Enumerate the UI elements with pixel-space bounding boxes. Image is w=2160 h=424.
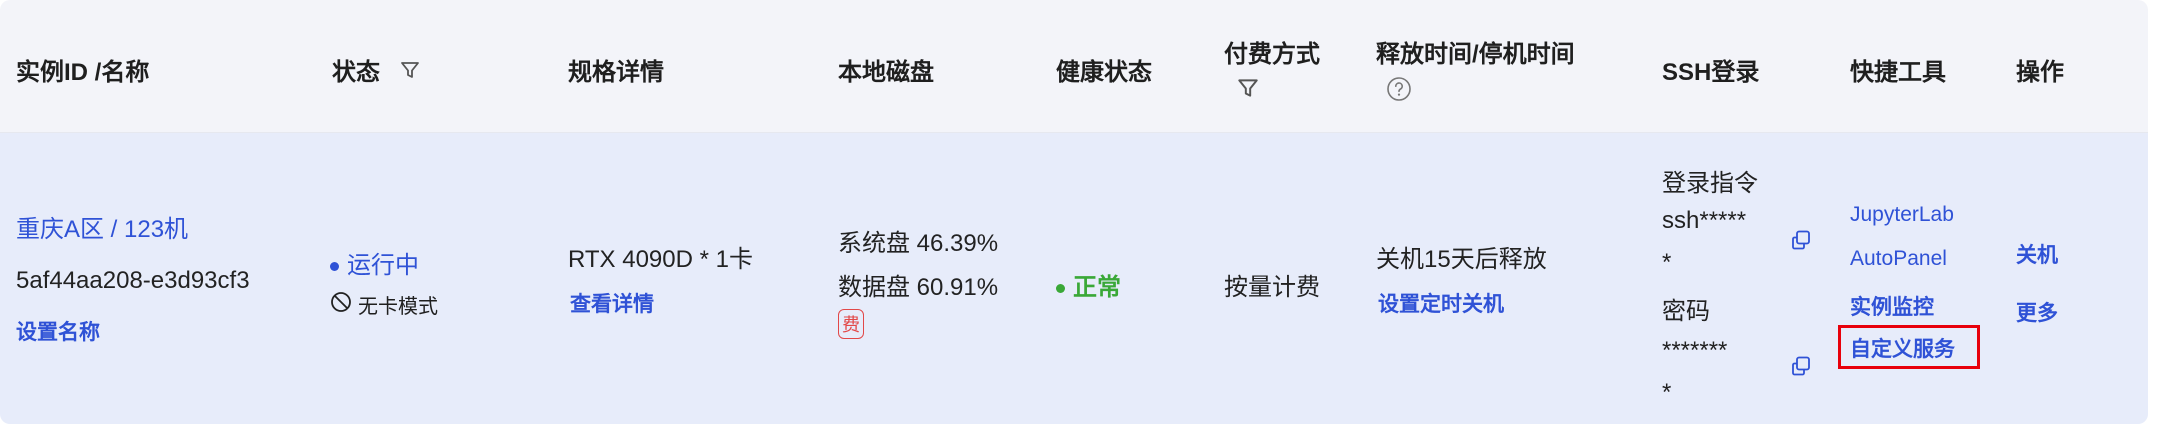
password-value: ******* (1662, 337, 1728, 364)
instance-id: 5af44aa208-e3d93cf3 (16, 267, 250, 294)
col-billing-header: 付费方式 (1224, 41, 1320, 68)
instance-name-link[interactable]: 重庆A区 / 123机 (16, 209, 188, 244)
no-card-mode: 无卡模式 (330, 290, 438, 319)
shutdown-button[interactable]: 关机 (2016, 239, 2058, 269)
col-tools-header: 快捷工具 (1850, 59, 1946, 86)
more-button[interactable]: 更多 (2016, 297, 2058, 327)
status-badge: 运行中 (330, 245, 419, 280)
col-status-label: 状态 (332, 59, 380, 86)
password-label: 密码 (1662, 298, 1710, 325)
filter-icon[interactable] (399, 59, 421, 88)
instance-table: 实例ID /名称 状态 规格详情 本地磁盘 健康状态 付费方式 释放时间/停机时… (0, 0, 2148, 424)
tool-custom-service-link[interactable]: 自定义服务 (1850, 333, 1955, 363)
status-text: 运行中 (347, 252, 419, 279)
mode-label: 无卡模式 (358, 296, 438, 318)
ssh-command-value: ssh***** (1662, 207, 1747, 234)
filter-icon[interactable] (1236, 76, 1260, 105)
health-dot (1056, 284, 1065, 294)
release-time: 关机15天后释放 (1376, 246, 1547, 273)
table-header: 实例ID /名称 状态 规格详情 本地磁盘 健康状态 付费方式 释放时间/停机时… (0, 0, 2148, 133)
table-row: 重庆A区 / 123机 5af44aa208-e3d93cf3 设置名称 运行中… (0, 133, 2148, 424)
col-ssh-header: SSH登录 (1662, 59, 1760, 86)
health-text: 正常 (1073, 274, 1121, 301)
billing-type: 按量计费 (1224, 274, 1320, 301)
status-dot (330, 262, 339, 272)
col-instance-header: 实例ID /名称 (16, 59, 150, 86)
view-details-link[interactable]: 查看详情 (570, 288, 654, 318)
ban-icon (330, 291, 352, 319)
copy-icon[interactable] (1790, 229, 1812, 251)
set-name-link[interactable]: 设置名称 (16, 316, 100, 346)
spec-text: RTX 4090D * 1卡 (568, 246, 753, 273)
col-health-header: 健康状态 (1056, 59, 1152, 86)
ssh-command-value-cont: * (1662, 249, 1672, 276)
password-value-cont: * (1662, 379, 1672, 406)
tool-jupyterlab-link[interactable]: JupyterLab (1850, 203, 1954, 227)
col-actions-header: 操作 (2016, 59, 2064, 86)
schedule-shutdown-link[interactable]: 设置定时关机 (1378, 288, 1504, 318)
col-spec-header: 规格详情 (568, 59, 664, 86)
col-disk-header: 本地磁盘 (838, 59, 934, 86)
data-disk-usage: 数据盘 60.91% (838, 274, 999, 301)
fee-badge[interactable]: 费 (838, 309, 864, 339)
ssh-command-label: 登录指令 (1662, 170, 1758, 197)
help-circle-icon[interactable] (1386, 76, 1412, 107)
tool-monitor-link[interactable]: 实例监控 (1850, 291, 1934, 321)
copy-icon[interactable] (1790, 355, 1812, 377)
health-status: 正常 (1056, 267, 1121, 302)
col-release-header: 释放时间/停机时间 (1376, 41, 1575, 68)
col-status-header: 状态 (332, 52, 421, 88)
tool-autopanel-link[interactable]: AutoPanel (1850, 247, 1947, 271)
system-disk-usage: 系统盘 46.39% (838, 230, 999, 257)
